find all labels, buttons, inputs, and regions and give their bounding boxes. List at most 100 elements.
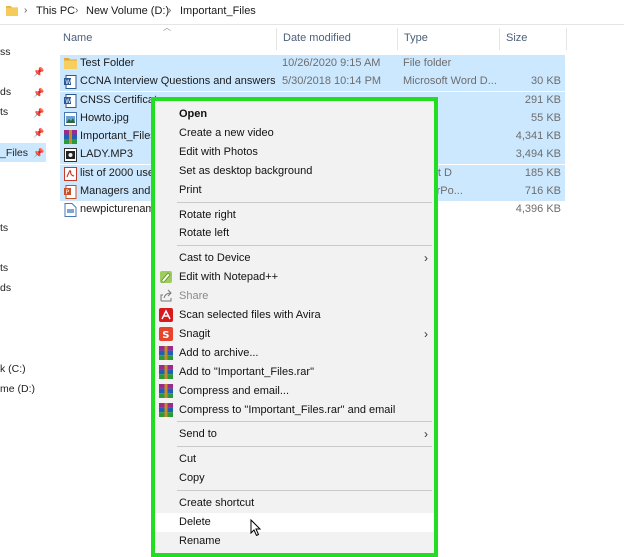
menu-item-delete[interactable]: Delete xyxy=(155,513,434,532)
menu-item-snagit[interactable]: S Snagit › xyxy=(155,325,434,344)
column-header-name[interactable]: Name xyxy=(63,32,92,44)
menu-item-create-shortcut[interactable]: Create shortcut xyxy=(155,494,434,513)
word-doc-icon: W xyxy=(64,93,77,108)
nav-item[interactable]: ts xyxy=(0,222,8,234)
menu-item-label: Cut xyxy=(179,453,197,466)
menu-item-label: Snagit xyxy=(179,327,211,340)
column-divider[interactable] xyxy=(566,28,567,50)
menu-item-open[interactable]: Open xyxy=(155,105,434,124)
notepadpp-icon xyxy=(159,270,173,284)
menu-separator xyxy=(177,245,432,247)
breadcrumb-new-volume[interactable]: New Volume (D:) xyxy=(86,5,169,17)
nav-item[interactable]: ts xyxy=(0,106,8,118)
table-row[interactable]: Test Folder 10/26/2020 9:15 AM File folder xyxy=(60,55,565,73)
column-divider[interactable] xyxy=(499,28,500,50)
menu-item-cut[interactable]: Cut xyxy=(155,450,434,469)
menu-item-label: Compress to "Important_Files.rar" and em… xyxy=(179,403,396,416)
winrar-icon xyxy=(159,345,173,360)
file-size: 55 KB xyxy=(531,111,561,124)
pin-icon: 📌 xyxy=(33,88,45,98)
menu-item-label: Rotate left xyxy=(179,227,230,240)
menu-item-add-to-important-files-rar[interactable]: Add to "Important_Files.rar" xyxy=(155,363,434,382)
menu-item-edit-with-photos[interactable]: Edit with Photos xyxy=(155,143,434,162)
menu-item-compress-and-email[interactable]: Compress and email... xyxy=(155,382,434,401)
menu-item-cast-to-device[interactable]: Cast to Device › xyxy=(155,249,434,268)
nav-item[interactable]: ss xyxy=(0,46,11,58)
address-bar[interactable]: › This PC › New Volume (D:) › Important_… xyxy=(0,0,624,25)
rar-archive-icon xyxy=(64,130,77,144)
image-file-icon xyxy=(64,111,77,126)
winrar-icon xyxy=(159,383,173,398)
file-date-modified: 5/30/2018 10:14 PM xyxy=(282,75,382,88)
nav-item[interactable]: ts xyxy=(0,262,8,274)
menu-item-rename[interactable]: Rename xyxy=(155,532,434,551)
menu-item-send-to[interactable]: Send to › xyxy=(155,425,434,444)
menu-item-scan-selected-files-with-avira[interactable]: Scan selected files with Avira xyxy=(155,306,434,325)
mouse-cursor-icon xyxy=(250,519,262,537)
menu-item-set-as-desktop-background[interactable]: Set as desktop background xyxy=(155,162,434,181)
file-size: 716 KB xyxy=(524,184,561,197)
menu-item-create-a-new-video[interactable]: Create a new video xyxy=(155,124,434,143)
column-header-type[interactable]: Type xyxy=(404,32,428,44)
breadcrumb-important-files[interactable]: Important_Files xyxy=(180,5,256,17)
menu-item-label: Edit with Notepad++ xyxy=(179,271,279,284)
chevron-right-icon: › xyxy=(424,427,428,442)
share-icon xyxy=(159,289,173,303)
nav-item[interactable]: ds xyxy=(0,282,11,294)
menu-item-rotate-right[interactable]: Rotate right xyxy=(155,206,434,225)
column-header-date-modified[interactable]: Date modified xyxy=(283,32,351,44)
menu-separator xyxy=(177,201,432,203)
svg-text:W: W xyxy=(65,98,71,105)
winrar-icon xyxy=(159,364,173,379)
menu-item-add-to-archive[interactable]: Add to archive... xyxy=(155,344,434,363)
column-divider[interactable] xyxy=(397,28,398,50)
generic-file-icon xyxy=(64,203,77,217)
menu-item-label: Send to xyxy=(179,428,217,441)
chevron-right-icon: › xyxy=(424,326,428,341)
column-divider[interactable] xyxy=(276,28,277,50)
menu-item-rotate-left[interactable]: Rotate left xyxy=(155,224,434,243)
menu-item-label: Copy xyxy=(179,472,205,485)
nav-item-new-volume-d[interactable]: me (D:) xyxy=(0,383,35,395)
folder-icon xyxy=(64,57,77,71)
chevron-right-icon: › xyxy=(424,251,428,266)
menu-separator xyxy=(177,490,432,492)
menu-item-label: Create a new video xyxy=(179,126,274,139)
menu-item-label: Cast to Device xyxy=(179,252,251,265)
menu-item-print[interactable]: Print xyxy=(155,181,434,200)
pin-icon: 📌 xyxy=(33,108,45,118)
menu-item-share: Share xyxy=(155,287,434,306)
breadcrumb-this-pc[interactable]: This PC xyxy=(36,5,75,17)
word-doc-icon: W xyxy=(64,75,77,90)
menu-item-compress-to-important-files-rar-and-email[interactable]: Compress to "Important_Files.rar" and em… xyxy=(155,401,434,420)
menu-item-copy[interactable]: Copy xyxy=(155,469,434,488)
nav-item-local-disk-c[interactable]: k (C:) xyxy=(0,363,26,375)
menu-item-label: Edit with Photos xyxy=(179,145,258,158)
menu-item-label: Add to archive... xyxy=(179,346,259,359)
file-name: Test Folder xyxy=(80,57,135,69)
column-header-size[interactable]: Size xyxy=(506,32,527,44)
table-row[interactable]: W CCNA Interview Questions and answers.d.… xyxy=(60,73,565,92)
chevron-right-icon: › xyxy=(75,5,79,16)
chevron-right-icon: › xyxy=(168,5,172,16)
file-size: 4,396 KB xyxy=(515,203,561,215)
pin-icon: 📌 xyxy=(33,128,45,138)
pin-icon: 📌 xyxy=(33,148,45,158)
nav-item-important-files[interactable]: _Files xyxy=(0,147,28,159)
menu-separator xyxy=(177,421,432,423)
nav-item[interactable]: ds xyxy=(0,86,11,98)
snagit-icon: S xyxy=(159,326,173,341)
menu-item-label: Set as desktop background xyxy=(179,164,313,177)
menu-item-edit-with-notepad[interactable]: Edit with Notepad++ xyxy=(155,268,434,287)
winrar-icon xyxy=(159,402,173,417)
menu-item-label: Create shortcut xyxy=(179,497,255,510)
svg-text:S: S xyxy=(162,330,169,341)
pdf-file-icon xyxy=(64,166,77,181)
svg-text:P: P xyxy=(66,189,70,196)
menu-item-label: Rotate right xyxy=(179,208,236,221)
menu-item-label: Print xyxy=(179,183,202,196)
context-menu: Open Create a new video Edit with Photos Se… xyxy=(151,97,438,557)
menu-item-label: Add to "Important_Files.rar" xyxy=(179,365,314,378)
file-size: 291 KB xyxy=(524,93,561,106)
sort-up-icon: ︿ xyxy=(163,23,171,32)
